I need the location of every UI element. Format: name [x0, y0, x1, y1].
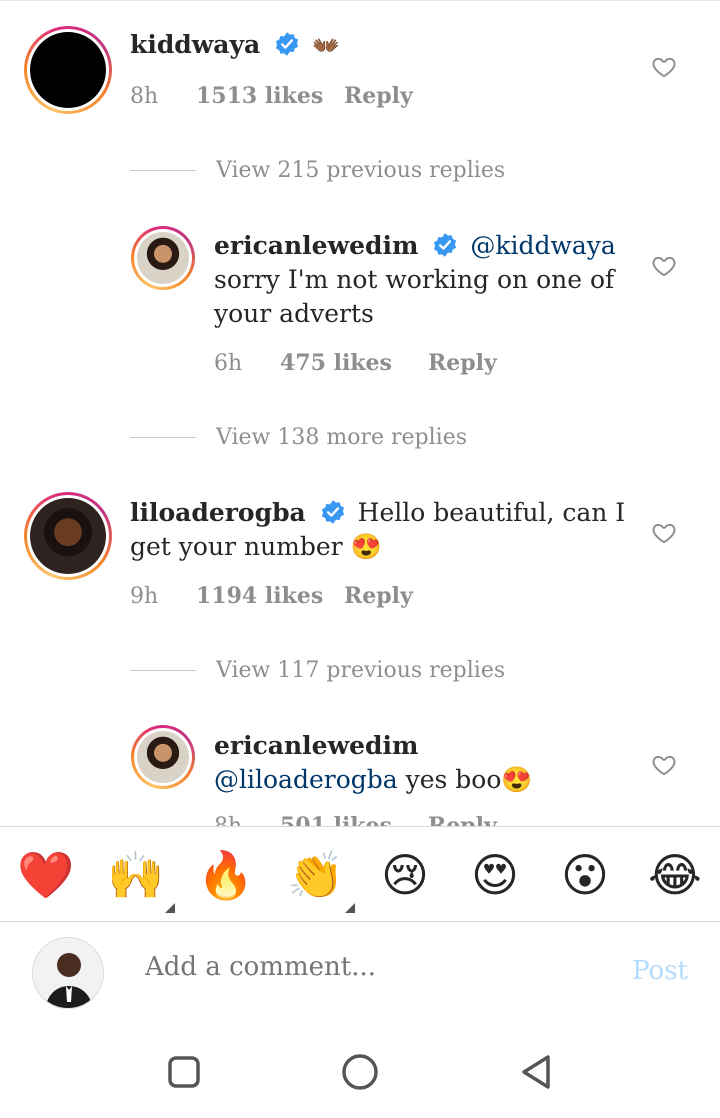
comment-meta: 8h501 likesReply [214, 813, 497, 826]
clapping-hands-emoji-button[interactable]: 👏 [287, 847, 355, 913]
comment-meta: 8h 1513 likes Reply [130, 83, 413, 109]
comment-composer: Post [0, 922, 720, 1022]
add-comment-input[interactable] [145, 952, 565, 982]
avatar-kiddwaya[interactable] [24, 26, 112, 114]
like-heart-icon[interactable] [651, 253, 677, 279]
like-heart-icon[interactable] [651, 520, 677, 546]
raising-hands-emoji: 🙌 [107, 848, 165, 902]
replies-divider [130, 669, 196, 671]
replies-divider [130, 169, 196, 171]
view-replies-label: View 215 previous replies [216, 157, 506, 183]
comment-time: 8h [130, 84, 159, 109]
likes-count[interactable]: 1513 likes [196, 83, 344, 109]
emoji-quick-reactions: ❤️ 🙌 🔥 👏 😢 😍 😮 😂 [0, 826, 720, 922]
like-heart-icon[interactable] [651, 54, 677, 80]
avatar-ericanlewedim[interactable] [131, 226, 195, 290]
home-icon[interactable] [340, 1052, 380, 1092]
mention-link[interactable]: @liloaderogba [214, 765, 398, 794]
verified-badge-icon [321, 500, 344, 524]
likes-count[interactable]: 475 likes [280, 350, 428, 376]
comment-emoji: 👐🏾 [312, 34, 340, 59]
username[interactable]: kiddwaya [130, 30, 260, 59]
comment-list[interactable]: kiddwaya 👐🏾 8h 1513 likes Reply View 215 p… [0, 0, 720, 826]
mention-link[interactable]: @kiddwaya [470, 231, 615, 260]
like-heart-icon[interactable] [651, 752, 677, 778]
comment-time: 9h [130, 584, 159, 609]
reply-button[interactable]: Reply [428, 813, 497, 826]
view-replies-label: View 138 more replies [216, 424, 468, 450]
my-avatar [32, 937, 104, 1009]
recent-apps-icon[interactable] [164, 1052, 204, 1092]
fire-emoji-button[interactable]: 🔥 [197, 847, 254, 903]
reply-button[interactable]: Reply [344, 583, 413, 609]
reply-button[interactable]: Reply [344, 83, 413, 109]
skin-tone-indicator-icon [165, 903, 175, 913]
view-previous-replies-button[interactable]: View 117 previous replies [130, 655, 505, 685]
red-heart-emoji-button[interactable]: ❤️ [17, 847, 74, 903]
system-navigation-bar [0, 1022, 720, 1118]
skin-tone-indicator-icon [345, 903, 355, 913]
avatar-ericanlewedim[interactable] [131, 725, 195, 789]
replies-divider [130, 436, 196, 438]
view-more-replies-button[interactable]: View 138 more replies [130, 422, 467, 452]
view-previous-replies-button[interactable]: View 215 previous replies [130, 155, 505, 185]
username[interactable]: ericanlewedim [214, 731, 418, 760]
view-replies-label: View 117 previous replies [216, 657, 506, 683]
crying-face-emoji-button[interactable]: 😢 [377, 847, 433, 903]
comment-meta: 9h 1194 likes Reply [130, 583, 413, 609]
comment-text: sorry I'm not working on one of your adv… [214, 265, 615, 328]
post-button[interactable]: Post [632, 956, 688, 986]
surprised-face-emoji-button[interactable]: 😮 [557, 847, 613, 903]
verified-badge-icon [434, 233, 457, 257]
username[interactable]: liloaderogba [130, 498, 306, 527]
likes-count[interactable]: 501 likes [280, 813, 428, 826]
comment-text: yes boo😍 [405, 765, 533, 794]
reply-button[interactable]: Reply [428, 350, 497, 376]
heart-eyes-emoji-button[interactable]: 😍 [467, 847, 523, 903]
likes-count[interactable]: 1194 likes [196, 583, 344, 609]
comment-time: 8h [214, 814, 280, 826]
back-icon[interactable] [516, 1052, 556, 1092]
clapping-hands-emoji: 👏 [287, 848, 345, 902]
tears-of-joy-emoji-button[interactable]: 😂 [647, 847, 703, 903]
comment-time: 6h [214, 351, 243, 376]
avatar-liloaderogba[interactable] [24, 492, 112, 580]
verified-badge-icon [276, 32, 299, 56]
raising-hands-emoji-button[interactable]: 🙌 [107, 847, 175, 913]
comment-meta: 6h 475 likes Reply [214, 350, 497, 376]
username[interactable]: ericanlewedim [214, 231, 418, 260]
